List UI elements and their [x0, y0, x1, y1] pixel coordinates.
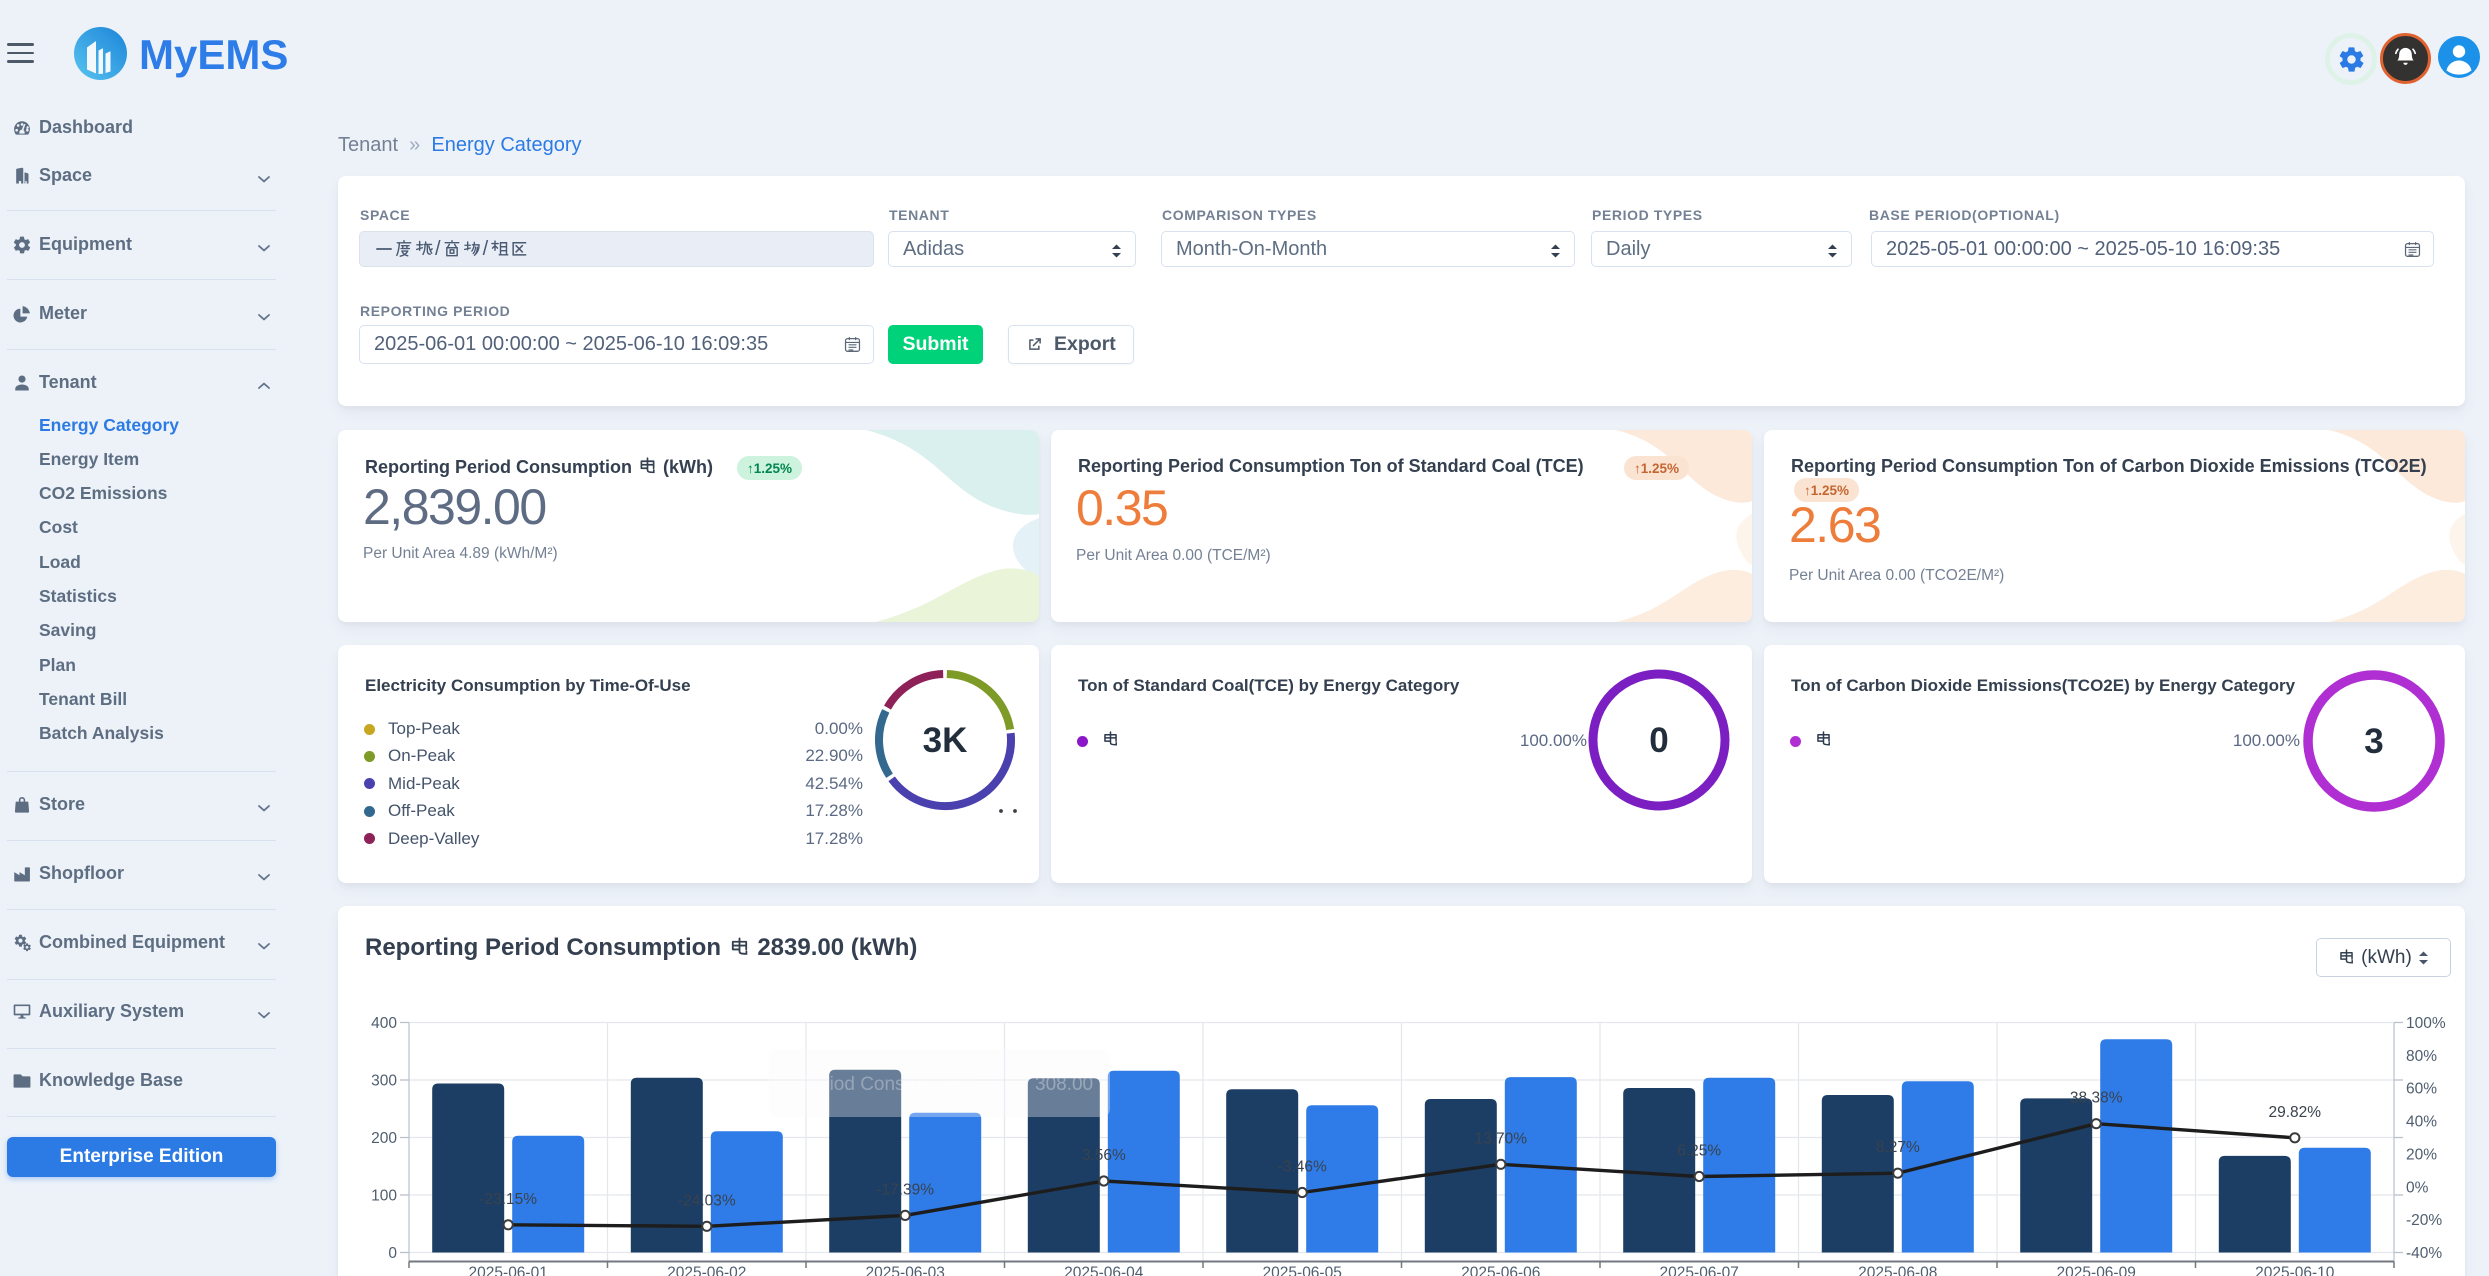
svg-text:38.38%: 38.38%	[2070, 1090, 2123, 1107]
svg-text:Period Consumption: Period Consumption	[800, 1074, 972, 1095]
svg-text:2025-06-01: 2025-06-01	[469, 1265, 548, 1276]
svg-text:2025-06-09: 2025-06-09	[2057, 1265, 2136, 1276]
svg-text:0: 0	[388, 1245, 397, 1262]
svg-text:200: 200	[371, 1130, 397, 1147]
svg-text:300: 300	[371, 1073, 397, 1090]
svg-text:60%: 60%	[2406, 1081, 2437, 1098]
svg-text:100%: 100%	[2406, 1015, 2446, 1032]
svg-text:2025-06-04: 2025-06-04	[1064, 1265, 1144, 1276]
svg-text:3: 3	[2364, 722, 2383, 761]
svg-text:29.82%: 29.82%	[2269, 1104, 2322, 1121]
svg-text:20%: 20%	[2406, 1146, 2437, 1163]
svg-text:3K: 3K	[923, 721, 968, 760]
svg-text:2025-06-05: 2025-06-05	[1263, 1265, 1342, 1276]
svg-text:2025-06-03: 2025-06-03	[866, 1265, 945, 1276]
svg-text:2025-06-08: 2025-06-08	[1858, 1265, 1937, 1276]
svg-text:-40%: -40%	[2406, 1245, 2442, 1262]
svg-text:40%: 40%	[2406, 1114, 2437, 1131]
svg-text:2025-06-02: 2025-06-02	[667, 1265, 746, 1276]
svg-text:-3.46%: -3.46%	[1278, 1159, 1327, 1176]
svg-text:80%: 80%	[2406, 1048, 2437, 1065]
svg-text:400: 400	[371, 1015, 397, 1032]
svg-text:0%: 0%	[2406, 1179, 2429, 1196]
svg-text:100: 100	[371, 1188, 397, 1205]
svg-text:8.27%: 8.27%	[1876, 1139, 1920, 1156]
svg-text:308.00: 308.00	[1035, 1074, 1093, 1095]
svg-text:2025-06-07: 2025-06-07	[1660, 1265, 1739, 1276]
svg-text:-20%: -20%	[2406, 1212, 2442, 1229]
svg-text:2025-06-06: 2025-06-06	[1461, 1265, 1540, 1276]
svg-text:0: 0	[1649, 721, 1668, 760]
svg-text:-24.03%: -24.03%	[678, 1192, 736, 1209]
svg-text:13.70%: 13.70%	[1475, 1130, 1528, 1147]
svg-text:2025-06-10: 2025-06-10	[2255, 1265, 2335, 1276]
svg-text:-23.15%: -23.15%	[479, 1191, 537, 1208]
svg-text:-17.39%: -17.39%	[876, 1181, 934, 1198]
svg-text:3.56%: 3.56%	[1082, 1147, 1126, 1164]
svg-text:6.25%: 6.25%	[1677, 1143, 1721, 1160]
